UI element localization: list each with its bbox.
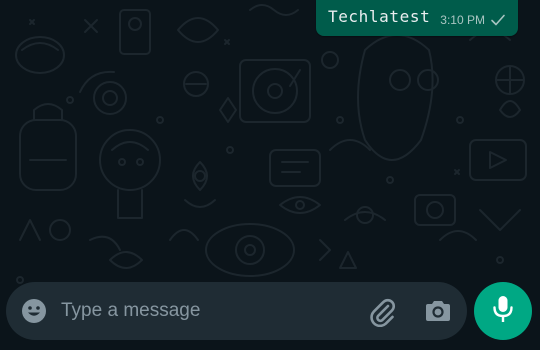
outgoing-message-bubble[interactable]: Techlatest 3:10 PM [315,0,518,36]
message-composer [6,282,467,340]
emoji-icon[interactable] [21,298,47,324]
message-meta: 3:10 PM [440,13,506,27]
microphone-icon [491,294,515,329]
paperclip-icon[interactable] [367,297,397,328]
message-time: 3:10 PM [440,13,485,27]
message-text: Techlatest [327,6,431,26]
camera-icon[interactable] [424,298,452,324]
bottom-edge [0,346,540,350]
mic-button[interactable] [474,282,532,340]
message-input[interactable] [61,282,341,340]
single-check-icon [490,13,506,27]
